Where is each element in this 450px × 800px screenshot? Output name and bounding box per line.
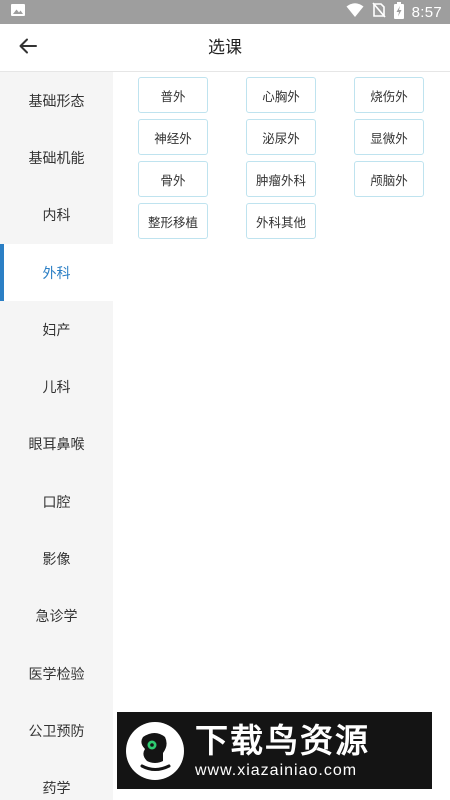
- sidebar-item-label: 基础机能: [28, 150, 85, 167]
- sidebar-item[interactable]: 基础机能: [0, 129, 113, 186]
- sidebar-item[interactable]: 药学: [0, 760, 113, 800]
- sidebar-item-label: 外科: [42, 265, 71, 282]
- sidebar-item[interactable]: 口腔: [0, 473, 113, 530]
- watermark-url: www.xiazainiao.com: [195, 761, 358, 779]
- course-tag[interactable]: 外科其他: [246, 203, 316, 239]
- sidebar-item[interactable]: 基础形态: [0, 72, 113, 129]
- sidebar-item-label: 影像: [42, 552, 71, 569]
- course-tag[interactable]: 神经外: [138, 119, 208, 155]
- sidebar-item[interactable]: 妇产: [0, 301, 113, 358]
- course-tag[interactable]: 整形移植: [138, 203, 208, 239]
- sidebar-item-label: 儿科: [42, 380, 71, 397]
- app-bar: 选课: [0, 24, 450, 72]
- sidebar-item[interactable]: 影像: [0, 530, 113, 587]
- sidebar-item[interactable]: 眼耳鼻喉: [0, 416, 113, 473]
- sidebar-item[interactable]: 急诊学: [0, 588, 113, 645]
- image-icon: [10, 2, 26, 22]
- sidebar-item[interactable]: 儿科: [0, 358, 113, 415]
- sidebar-item-label: 眼耳鼻喉: [28, 437, 85, 454]
- sidebar-item-label: 基础形态: [28, 93, 85, 110]
- sidebar-item[interactable]: 医学检验: [0, 645, 113, 702]
- sidebar-item-label: 医学检验: [28, 666, 85, 683]
- course-tag[interactable]: 显微外: [354, 119, 424, 155]
- back-button[interactable]: [12, 34, 44, 62]
- no-sim-icon: [371, 2, 386, 22]
- status-bar: 8:57: [0, 0, 450, 24]
- course-tag[interactable]: 骨外: [138, 161, 208, 197]
- category-sidebar[interactable]: 基础形态基础机能内科外科妇产儿科眼耳鼻喉口腔影像急诊学医学检验公卫预防药学: [0, 72, 113, 800]
- course-tag[interactable]: 肿瘤外科: [246, 161, 316, 197]
- watermark-banner: 下载鸟资源 www.xiazainiao.com: [117, 712, 432, 789]
- sidebar-item-label: 口腔: [42, 494, 71, 511]
- course-tag[interactable]: 烧伤外: [354, 77, 424, 113]
- sidebar-item-label: 药学: [42, 781, 71, 798]
- battery-charging-icon: [393, 1, 404, 23]
- sidebar-item-label: 内科: [42, 208, 71, 225]
- sidebar-item-label: 公卫预防: [28, 723, 85, 740]
- course-tag[interactable]: 心胸外: [246, 77, 316, 113]
- course-tag[interactable]: 普外: [138, 77, 208, 113]
- course-panel: 普外 心胸外 烧伤外神经外 泌尿外 显微外骨外 肿瘤外科 颅脑外整形移植 外科其他: [113, 72, 450, 800]
- status-time: 8:57: [411, 3, 442, 21]
- course-tag[interactable]: 颅脑外: [354, 161, 424, 197]
- course-tag[interactable]: 泌尿外: [246, 119, 316, 155]
- sidebar-item-label: 妇产: [42, 322, 71, 339]
- sidebar-item[interactable]: 公卫预防: [0, 702, 113, 759]
- course-tag-grid: 普外 心胸外 烧伤外神经外 泌尿外 显微外骨外 肿瘤外科 颅脑外整形移植 外科其他: [138, 77, 424, 239]
- watermark-title: 下载鸟资源: [195, 720, 370, 760]
- sidebar-item[interactable]: 外科: [0, 243, 113, 302]
- page-title: 选课: [208, 38, 242, 58]
- arrow-left-icon: [18, 36, 38, 60]
- bird-logo-icon: [125, 721, 185, 781]
- sidebar-item[interactable]: 内科: [0, 187, 113, 244]
- wifi-icon: [346, 2, 364, 22]
- sidebar-item-label: 急诊学: [35, 609, 78, 626]
